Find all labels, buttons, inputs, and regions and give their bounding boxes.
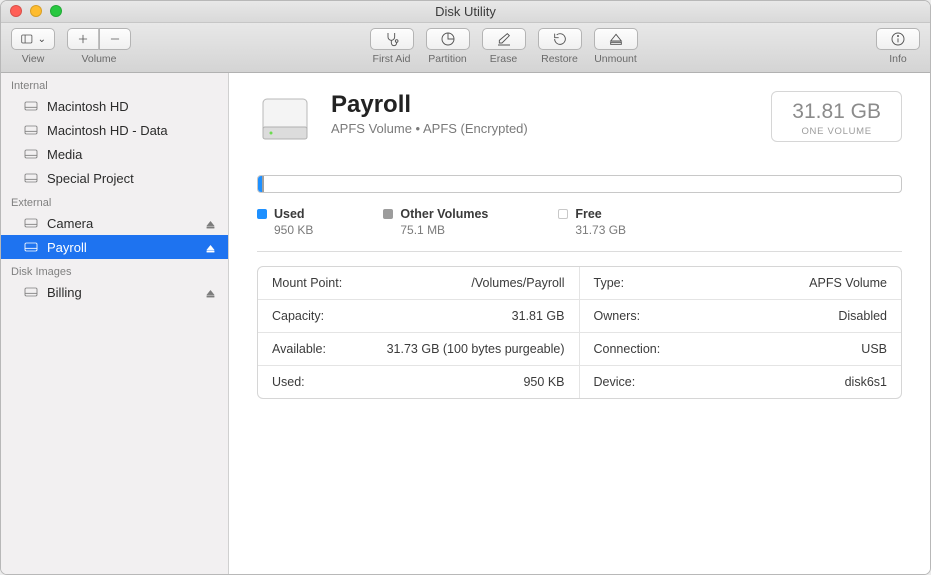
sidebar-item-label: Macintosh HD - Data bbox=[47, 123, 168, 138]
close-icon[interactable] bbox=[10, 5, 22, 17]
info-key: Used: bbox=[272, 375, 305, 389]
sidebar-item-payroll[interactable]: Payroll bbox=[1, 235, 228, 259]
sidebar-item-special-project[interactable]: Special Project bbox=[1, 166, 228, 190]
titlebar: Disk Utility bbox=[1, 1, 930, 23]
capacity-caption: ONE VOLUME bbox=[792, 126, 881, 137]
sidebar-item-macintosh-hd[interactable]: Macintosh HD bbox=[1, 94, 228, 118]
info-val: 950 KB bbox=[523, 375, 564, 389]
toolbar: ⌄ View Volume First Aid bbox=[1, 23, 930, 73]
swatch-other bbox=[383, 209, 393, 219]
volume-subtitle: APFS Volume • APFS (Encrypted) bbox=[331, 121, 753, 136]
window-title: Disk Utility bbox=[435, 4, 496, 19]
sidebar-item-label: Macintosh HD bbox=[47, 99, 129, 114]
volume-info-table: Mount Point: /Volumes/Payroll Type: APFS V… bbox=[257, 266, 902, 399]
restore-button[interactable] bbox=[538, 28, 582, 50]
pie-icon bbox=[440, 31, 456, 47]
sidebar-section-header: Disk Images bbox=[1, 259, 228, 280]
sidebar-item-camera[interactable]: Camera bbox=[1, 211, 228, 235]
chevron-down-icon: ⌄ bbox=[38, 34, 46, 45]
legend-used-label: Used bbox=[274, 207, 305, 221]
remove-volume-button[interactable] bbox=[99, 28, 131, 50]
swatch-free bbox=[558, 209, 568, 219]
first-aid-label: First Aid bbox=[373, 53, 411, 65]
sidebar-item-billing[interactable]: Billing bbox=[1, 280, 228, 304]
swatch-used bbox=[257, 209, 267, 219]
first-aid-button[interactable] bbox=[370, 28, 414, 50]
sidebar-icon bbox=[20, 31, 34, 47]
restore-label: Restore bbox=[541, 53, 578, 65]
plus-icon bbox=[76, 31, 90, 47]
sidebar-item-label: Billing bbox=[47, 285, 82, 300]
volume-drive-icon bbox=[257, 91, 313, 147]
sidebar-item-label: Payroll bbox=[47, 240, 87, 255]
eject-icon[interactable] bbox=[205, 287, 216, 298]
info-button[interactable] bbox=[876, 28, 920, 50]
sidebar-item-media[interactable]: Media bbox=[1, 142, 228, 166]
info-key: Mount Point: bbox=[272, 276, 342, 290]
info-key: Capacity: bbox=[272, 309, 324, 323]
legend-other-label: Other Volumes bbox=[400, 207, 488, 221]
sidebar-item-label: Camera bbox=[47, 216, 93, 231]
unmount-button[interactable] bbox=[594, 28, 638, 50]
legend-free-value: 31.73 GB bbox=[575, 223, 626, 237]
main-content: Payroll APFS Volume • APFS (Encrypted) 3… bbox=[229, 73, 930, 575]
erase-button[interactable] bbox=[482, 28, 526, 50]
info-key: Connection: bbox=[594, 342, 661, 356]
eraser-icon bbox=[496, 31, 512, 47]
info-key: Type: bbox=[594, 276, 625, 290]
eject-icon[interactable] bbox=[205, 218, 216, 229]
restore-icon bbox=[552, 31, 568, 47]
traffic-lights bbox=[10, 5, 62, 17]
view-button[interactable]: ⌄ bbox=[11, 28, 55, 50]
partition-button[interactable] bbox=[426, 28, 470, 50]
eject-icon[interactable] bbox=[205, 242, 216, 253]
info-key: Available: bbox=[272, 342, 326, 356]
view-label: View bbox=[22, 53, 45, 65]
usage-bar-other bbox=[262, 176, 264, 192]
info-val: disk6s1 bbox=[845, 375, 887, 389]
volume-label: Volume bbox=[81, 53, 116, 65]
info-val: 31.81 GB bbox=[512, 309, 565, 323]
info-key: Owners: bbox=[594, 309, 641, 323]
sidebar-item-macintosh-hd-data[interactable]: Macintosh HD - Data bbox=[1, 118, 228, 142]
capacity-value: 31.81 GB bbox=[792, 100, 881, 124]
disk-utility-window: Disk Utility ⌄ View Volume bbox=[0, 0, 931, 575]
info-val: Disabled bbox=[838, 309, 887, 323]
erase-label: Erase bbox=[490, 53, 517, 65]
legend-free-label: Free bbox=[575, 207, 601, 221]
info-val: APFS Volume bbox=[809, 276, 887, 290]
info-label: Info bbox=[889, 53, 907, 65]
info-val: /Volumes/Payroll bbox=[471, 276, 564, 290]
minus-icon bbox=[108, 31, 122, 47]
sidebar-item-label: Special Project bbox=[47, 171, 134, 186]
legend-used-value: 950 KB bbox=[274, 223, 313, 237]
sidebar-item-label: Media bbox=[47, 147, 82, 162]
legend-other-value: 75.1 MB bbox=[400, 223, 488, 237]
zoom-icon[interactable] bbox=[50, 5, 62, 17]
volume-name: Payroll bbox=[331, 91, 753, 119]
usage-legend: Used 950 KB Other Volumes 75.1 MB Free 3… bbox=[257, 207, 902, 237]
partition-label: Partition bbox=[428, 53, 467, 65]
info-key: Device: bbox=[594, 375, 636, 389]
info-val: 31.73 GB (100 bytes purgeable) bbox=[387, 342, 565, 356]
stethoscope-icon bbox=[384, 31, 400, 47]
sidebar-section-header: External bbox=[1, 190, 228, 211]
minimize-icon[interactable] bbox=[30, 5, 42, 17]
add-volume-button[interactable] bbox=[67, 28, 99, 50]
info-val: USB bbox=[861, 342, 887, 356]
sidebar-section-header: Internal bbox=[1, 73, 228, 94]
eject-icon bbox=[608, 31, 624, 47]
capacity-card: 31.81 GB ONE VOLUME bbox=[771, 91, 902, 142]
sidebar: Internal Macintosh HD Macintosh HD - Data M… bbox=[1, 73, 229, 575]
info-icon bbox=[890, 31, 906, 47]
unmount-label: Unmount bbox=[594, 53, 637, 65]
usage-bar bbox=[257, 175, 902, 193]
